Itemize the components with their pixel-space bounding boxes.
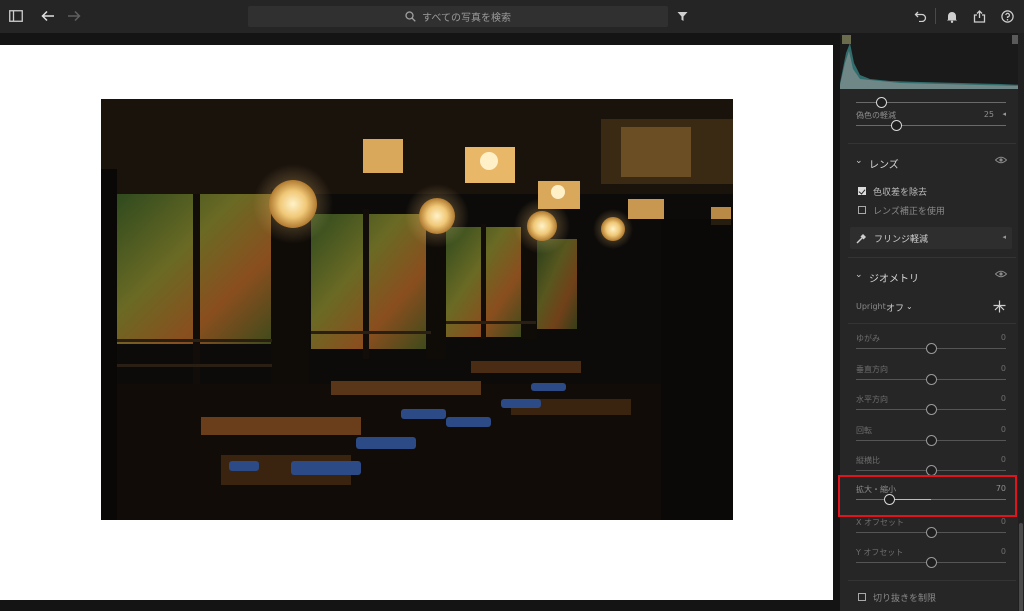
chevron-down-icon[interactable]: ⌄ <box>855 156 863 166</box>
section-divider <box>848 143 1016 144</box>
geometry-slider-row: 水平方向 0 <box>856 394 1006 418</box>
constrain-crop-checkbox[interactable] <box>858 593 866 601</box>
search-placeholder: すべての写真を検索 <box>422 13 511 24</box>
guided-upright-icon[interactable] <box>993 300 1006 317</box>
slider-row <box>856 87 1006 109</box>
slider-label: 縦横比 <box>856 456 880 465</box>
share-icon[interactable] <box>969 6 989 26</box>
search-field[interactable]: すべての写真を検索 <box>248 6 668 27</box>
section-divider <box>848 323 1016 324</box>
histogram <box>840 33 1024 89</box>
filter-icon[interactable] <box>672 6 692 26</box>
notification-bell-icon[interactable] <box>942 6 962 26</box>
chevron-down-icon[interactable]: ⌄ <box>855 270 863 280</box>
forward-arrow-icon[interactable] <box>64 6 84 26</box>
defringe-tool-button[interactable]: フリンジ軽減 ◂ <box>850 227 1012 249</box>
expand-arrow-icon[interactable]: ◂ <box>1002 233 1006 241</box>
slider-thumb[interactable] <box>926 527 937 538</box>
slider-thumb[interactable] <box>926 435 937 446</box>
checkbox-label: 色収差を除去 <box>873 187 928 198</box>
eye-icon[interactable] <box>994 156 1008 167</box>
slider-thumb[interactable] <box>926 404 937 415</box>
slider-label: 偽色の軽減 <box>856 111 896 120</box>
slider-value[interactable]: 25 <box>984 110 994 119</box>
back-arrow-icon[interactable] <box>38 6 58 26</box>
lens-section-header[interactable]: ⌄ レンズ <box>855 154 1008 171</box>
constrain-crop-checkbox-row[interactable]: 切り抜きを制限 <box>858 590 936 604</box>
help-icon[interactable] <box>997 6 1017 26</box>
top-toolbar: すべての写真を検索 <box>0 0 1024 33</box>
geometry-slider-row: ゆがみ 0 <box>856 333 1006 357</box>
section-divider <box>848 580 1016 581</box>
slider-value[interactable]: 0 <box>1001 517 1006 526</box>
slider-label: X オフセット <box>856 518 905 527</box>
section-divider <box>848 257 1016 258</box>
eyedropper-icon <box>856 232 868 244</box>
slider-thumb[interactable] <box>926 374 937 385</box>
remove-ca-checkbox-row[interactable]: 色収差を除去 <box>858 184 927 198</box>
geometry-slider-row: 垂直方向 0 <box>856 364 1006 388</box>
panel-scrollbar[interactable] <box>1018 33 1024 611</box>
undo-icon[interactable] <box>910 6 930 26</box>
geometry-slider-row: Y オフセット 0 <box>856 547 1006 571</box>
slider-label: ゆがみ <box>856 334 880 343</box>
geometry-section-header[interactable]: ⌄ ジオメトリ <box>855 268 1008 285</box>
highlight-annotation-box <box>838 475 1017 517</box>
checkbox-label: 切り抜きを制限 <box>873 593 937 604</box>
slider-value[interactable]: 0 <box>1001 547 1006 556</box>
slider-value[interactable]: 0 <box>1001 425 1006 434</box>
slider-thumb[interactable] <box>926 557 937 568</box>
defringe-label: フリンジ軽減 <box>874 235 929 245</box>
slider-value[interactable]: 0 <box>1001 394 1006 403</box>
defringe-slider-row: 偽色の軽減 25 ◂ <box>856 110 1006 134</box>
search-icon <box>405 7 416 26</box>
sidebar-toggle-icon[interactable] <box>6 6 26 26</box>
slider-track[interactable] <box>856 125 1006 126</box>
shadow-clipping-indicator[interactable] <box>842 35 851 44</box>
geometry-slider-row: X オフセット 0 <box>856 517 1006 541</box>
expand-arrow-icon[interactable]: ◂ <box>1002 110 1006 118</box>
checkbox-label: レンズ補正を使用 <box>873 206 945 217</box>
geometry-slider-row: 回転 0 <box>856 425 1006 449</box>
slider-label: 回転 <box>856 426 872 435</box>
scrollbar-thumb[interactable] <box>1019 523 1023 611</box>
slider-value[interactable]: 0 <box>1001 364 1006 373</box>
slider-value[interactable]: 0 <box>1001 333 1006 342</box>
canvas-border <box>0 600 840 611</box>
slider-thumb[interactable] <box>891 120 902 131</box>
slider-label: 垂直方向 <box>856 365 888 374</box>
slider-label: 水平方向 <box>856 395 888 404</box>
slider-thumb[interactable] <box>926 343 937 354</box>
eye-icon[interactable] <box>994 270 1008 281</box>
edit-panel: 偽色の軽減 25 ◂ ⌄ レンズ 色収差を除去 レンズ補正を使用 フリンジ軽減 … <box>840 33 1024 611</box>
section-title: レンズ <box>869 160 899 171</box>
toolbar-divider <box>935 8 936 24</box>
remove-ca-checkbox[interactable] <box>858 187 866 195</box>
edited-photo[interactable] <box>101 99 733 520</box>
chevron-down-icon[interactable]: ⌄ <box>906 302 913 311</box>
slider-thumb[interactable] <box>876 97 887 108</box>
slider-value[interactable]: 0 <box>1001 455 1006 464</box>
upright-label: Upright <box>856 302 886 311</box>
enable-profile-checkbox[interactable] <box>858 206 866 214</box>
upright-dropdown[interactable]: オフ <box>886 301 904 314</box>
canvas-border <box>833 33 840 611</box>
upright-control: Upright オフ ⌄ <box>856 300 1006 316</box>
enable-profile-checkbox-row[interactable]: レンズ補正を使用 <box>858 203 945 217</box>
slider-label: Y オフセット <box>856 548 904 557</box>
section-title: ジオメトリ <box>869 274 919 285</box>
canvas-border <box>0 33 840 45</box>
